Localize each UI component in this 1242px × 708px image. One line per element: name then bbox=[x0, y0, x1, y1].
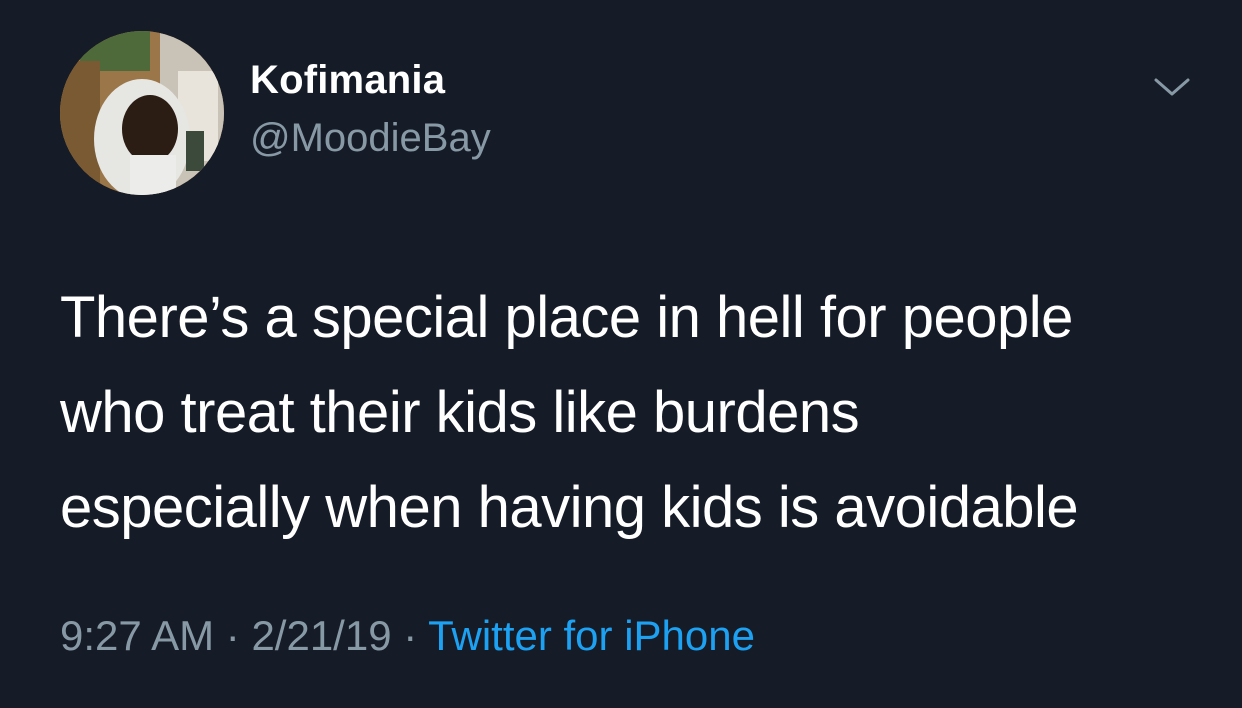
chevron-down-icon[interactable] bbox=[1152, 72, 1192, 102]
avatar-photo bbox=[60, 31, 224, 195]
meta-separator: · bbox=[391, 612, 429, 659]
tweet-time: 9:27 AM bbox=[60, 612, 215, 659]
tweet-date: 2/21/19 bbox=[251, 612, 392, 659]
tweet-source-link[interactable]: Twitter for iPhone bbox=[428, 612, 755, 659]
tweet-meta: 9:27 AM · 2/21/19 · Twitter for iPhone bbox=[60, 610, 755, 662]
tweet-text-line: who treat their kids like burdens bbox=[60, 380, 860, 445]
avatar[interactable] bbox=[60, 31, 224, 195]
tweet-text: There’s a special place in hell for peop… bbox=[60, 270, 1210, 555]
tweet-text-line: There’s a special place in hell for peop… bbox=[60, 285, 1073, 350]
user-handle[interactable]: @MoodieBay bbox=[250, 114, 491, 162]
tweet-card: Kofimania @MoodieBay There’s a special p… bbox=[0, 0, 1242, 708]
meta-separator: · bbox=[214, 612, 252, 659]
display-name[interactable]: Kofimania bbox=[250, 56, 445, 104]
tweet-text-line: especially when having kids is avoidable bbox=[60, 475, 1079, 540]
